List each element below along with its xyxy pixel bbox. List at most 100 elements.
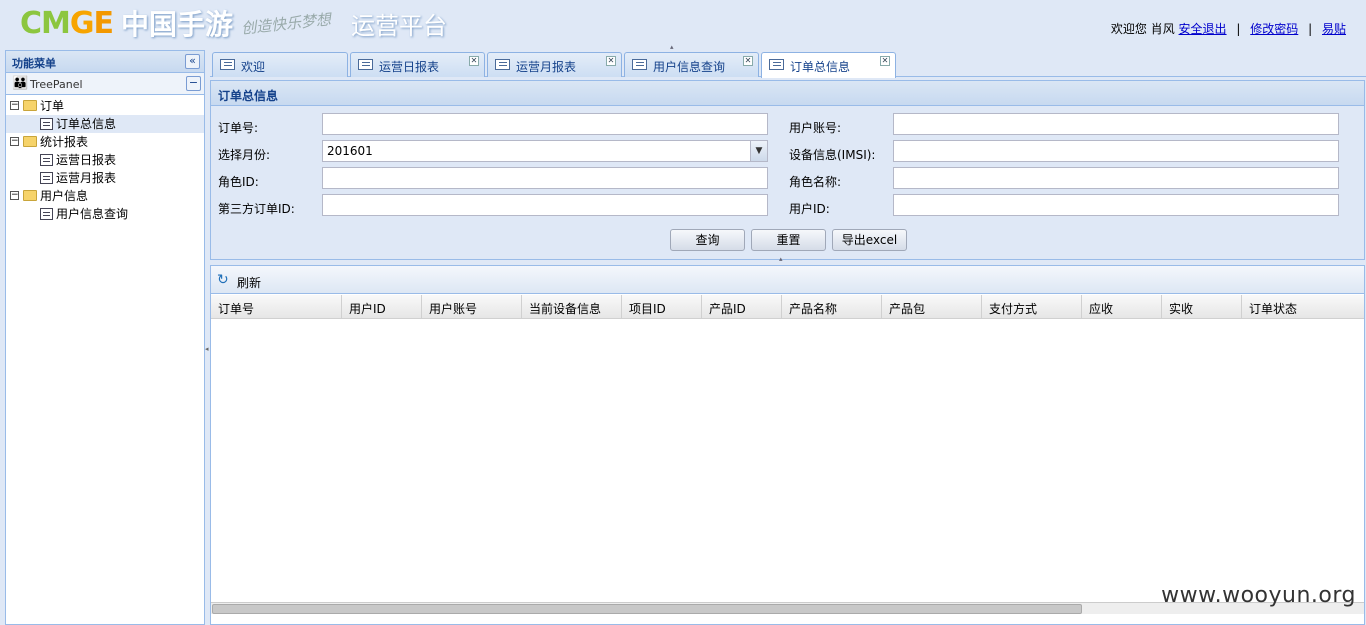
column-header[interactable]: 产品名称 (782, 295, 882, 319)
close-icon[interactable]: ✕ (606, 56, 616, 66)
chevron-down-icon[interactable]: ▼ (750, 141, 767, 161)
tree-node-label: 运营月报表 (56, 171, 117, 185)
user-links: 欢迎您 肖风 安全退出 | 修改密码 | 易贴 (1111, 20, 1346, 37)
tree-node-user-info[interactable]: − 用户信息 (6, 187, 204, 205)
tree-node-reports[interactable]: − 统计报表 (6, 133, 204, 151)
folder-open-icon (23, 190, 37, 201)
order-grid: ↻ 刷新 订单号 用户ID 用户账号 当前设备信息 项目ID 产品ID 产品名称… (210, 265, 1365, 625)
user-account-input[interactable] (893, 113, 1339, 135)
welcome-text: 欢迎您 肖风 (1110, 22, 1175, 36)
tree-node-monthly-report[interactable]: 运营月报表 (6, 169, 204, 187)
tab-label: 欢迎 (241, 60, 266, 74)
document-icon (40, 172, 53, 184)
tree-node-order[interactable]: − 订单 (6, 97, 204, 115)
close-icon[interactable]: ✕ (880, 56, 890, 66)
column-header[interactable]: 订单号 (211, 295, 342, 319)
folder-open-icon (23, 100, 37, 111)
tab-strip: 欢迎 运营日报表 ✕ 运营月报表 ✕ 用户信息查询 ✕ 订单总信息 ✕ ▴ (210, 43, 1366, 78)
splitter-collapse-icon[interactable]: ◂ (205, 345, 209, 353)
close-icon[interactable]: ✕ (469, 56, 479, 66)
tab-order-summary[interactable]: 订单总信息 ✕ (761, 52, 896, 78)
device-input[interactable] (893, 140, 1339, 162)
tree: − 订单 订单总信息 − 统计报表 运营日报表 运营月报表 − 用户信息 用户信… (6, 95, 204, 223)
app-title: 运营平台 (351, 11, 448, 40)
tab-label: 运营月报表 (516, 60, 577, 74)
query-button[interactable]: 查询 (670, 229, 745, 251)
user-id-label: 用户ID: (789, 202, 830, 216)
logo-cmge: CMGE (20, 5, 114, 41)
grid-toolbar: ↻ 刷新 (211, 266, 1364, 294)
brand-logo: CMGE 中国手游 创造快乐梦想 运营平台 (20, 4, 447, 42)
separator: | (1236, 22, 1241, 36)
tree-node-label: 订单总信息 (56, 117, 117, 131)
column-header[interactable]: 支付方式 (982, 295, 1082, 319)
document-icon (358, 59, 373, 70)
role-id-input[interactable] (322, 167, 768, 189)
logo-chinese-name: 中国手游 (121, 8, 234, 41)
tab-label: 订单总信息 (790, 60, 851, 74)
tree-node-user-query[interactable]: 用户信息查询 (6, 205, 204, 223)
app-header: CMGE 中国手游 创造快乐梦想 运营平台 欢迎您 肖风 安全退出 | 修改密码… (0, 0, 1366, 48)
grid-header: 订单号 用户ID 用户账号 当前设备信息 项目ID 产品ID 产品名称 产品包 … (211, 295, 1364, 319)
role-id-label: 角色ID: (218, 175, 259, 189)
tab-user-query[interactable]: 用户信息查询 ✕ (624, 52, 759, 77)
role-name-input[interactable] (893, 167, 1339, 189)
scrollbar-thumb[interactable] (212, 604, 1082, 614)
column-header[interactable]: 项目ID (622, 295, 702, 319)
document-icon (40, 154, 53, 166)
yitie-link[interactable]: 易贴 (1322, 22, 1346, 36)
column-header[interactable]: 用户账号 (422, 295, 522, 319)
minus-toggle-icon[interactable]: − (10, 101, 19, 110)
column-header[interactable]: 用户ID (342, 295, 422, 319)
column-header[interactable]: 应收 (1082, 295, 1162, 319)
month-label: 选择月份: (218, 148, 271, 162)
collapse-tree-icon[interactable]: − (186, 76, 201, 91)
tab-monthly-report[interactable]: 运营月报表 ✕ (487, 52, 622, 77)
splitter-collapse-icon[interactable]: ▴ (779, 255, 783, 263)
user-id-input[interactable] (893, 194, 1339, 216)
document-icon (632, 59, 647, 70)
refresh-button[interactable]: 刷新 (237, 274, 261, 291)
order-no-label: 订单号: (218, 121, 259, 135)
column-header[interactable]: 实收 (1162, 295, 1242, 319)
tree-node-order-summary[interactable]: 订单总信息 (6, 115, 204, 133)
treepanel-header: 👪 TreePanel − (6, 73, 204, 95)
tab-daily-report[interactable]: 运营日报表 ✕ (350, 52, 485, 77)
month-select[interactable]: 201601 ▼ (322, 140, 768, 162)
column-header[interactable]: 当前设备信息 (522, 295, 622, 319)
form-title: 订单总信息 (211, 81, 1364, 106)
minus-toggle-icon[interactable]: − (10, 137, 19, 146)
month-select-value: 201601 (327, 144, 373, 158)
tree-node-label: 用户信息 (40, 189, 89, 203)
order-no-input[interactable] (322, 113, 768, 135)
document-icon (769, 59, 784, 70)
column-header[interactable]: 订单状态 (1242, 295, 1364, 319)
logout-link[interactable]: 安全退出 (1179, 22, 1227, 36)
order-search-form: 订单总信息 订单号: 用户账号: 选择月份: 201601 ▼ 设备信息(IMS… (210, 80, 1365, 263)
tab-welcome[interactable]: 欢迎 (212, 52, 348, 77)
tree-node-label: 统计报表 (40, 135, 89, 149)
collapse-header-icon[interactable]: ▴ (670, 43, 674, 51)
function-menu-header: 功能菜单 « (6, 51, 204, 73)
tree-node-label: 用户信息查询 (56, 207, 129, 221)
refresh-icon[interactable]: ↻ (217, 272, 229, 288)
tree-node-label: 运营日报表 (56, 153, 117, 167)
watermark-text: www.wooyun.org (1161, 583, 1356, 608)
treepanel-title: TreePanel (30, 78, 83, 91)
reset-button[interactable]: 重置 (751, 229, 826, 251)
export-excel-button[interactable]: 导出excel (832, 229, 907, 251)
column-header[interactable]: 产品包 (882, 295, 982, 319)
separator: | (1308, 22, 1313, 36)
change-password-link[interactable]: 修改密码 (1250, 22, 1298, 36)
third-order-input[interactable] (322, 194, 768, 216)
column-header[interactable]: 产品ID (702, 295, 782, 319)
document-icon (495, 59, 510, 70)
minus-toggle-icon[interactable]: − (10, 191, 19, 200)
document-icon (40, 208, 53, 220)
collapse-panel-icon[interactable]: « (185, 54, 200, 69)
device-label: 设备信息(IMSI): (789, 148, 876, 162)
close-icon[interactable]: ✕ (743, 56, 753, 66)
tree-node-daily-report[interactable]: 运营日报表 (6, 151, 204, 169)
tab-label: 运营日报表 (379, 60, 440, 74)
tab-label: 用户信息查询 (653, 60, 726, 74)
